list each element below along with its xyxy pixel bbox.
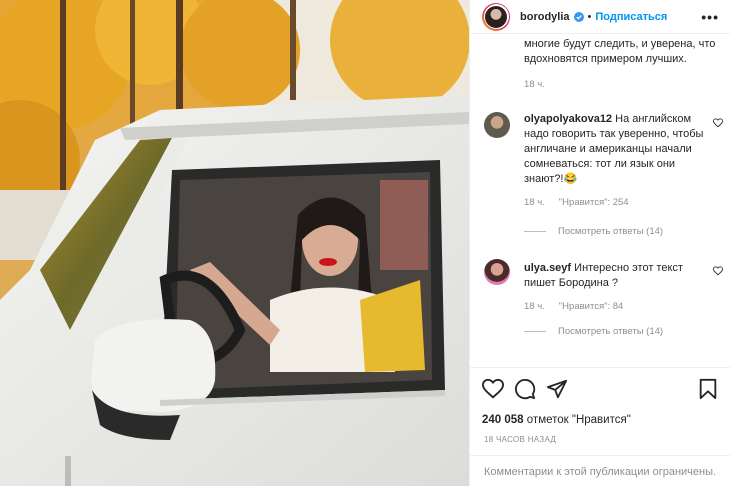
likes-label: отметок "Нравится": [526, 414, 631, 426]
author-username[interactable]: borodylia: [520, 11, 570, 23]
comment-username[interactable]: ulya.seyf: [524, 262, 571, 274]
view-replies-button[interactable]: Посмотреть ответы (14): [524, 326, 704, 337]
commenter-avatar[interactable]: [484, 112, 510, 138]
comment-icon[interactable]: [514, 378, 536, 400]
post-photo[interactable]: [0, 0, 469, 486]
comments-list[interactable]: многие будут следить, и уверена, что вдо…: [470, 35, 730, 367]
comment-item: ulya.seyf Интересно этот текст пишет Бор…: [524, 261, 704, 337]
share-icon[interactable]: [546, 378, 568, 400]
like-comment-heart-icon[interactable]: [713, 118, 723, 128]
header-separator: •: [587, 10, 592, 23]
comment-time[interactable]: 18 ч.: [524, 197, 545, 208]
comment-item: многие будут следить, и уверена, что вдо…: [524, 37, 720, 90]
comments-restricted-notice: Комментарии к этой публикации ограничены…: [470, 455, 730, 486]
follow-button[interactable]: Подписаться: [595, 11, 667, 23]
commenter-avatar[interactable]: [484, 259, 510, 285]
post-side-panel: borodylia • Подписаться ••• многие будут…: [469, 0, 730, 486]
bookmark-icon[interactable]: [697, 378, 719, 400]
comment-username[interactable]: olyapolyakova12: [524, 113, 612, 125]
likes-count[interactable]: 240 058 отметок "Нравится": [482, 414, 631, 426]
view-replies-label: Посмотреть ответы (14): [558, 226, 664, 237]
heart-icon[interactable]: [482, 378, 504, 400]
comment-likes[interactable]: "Нравится": 84: [559, 301, 624, 312]
post-header: borodylia • Подписаться •••: [470, 0, 730, 34]
verified-badge-icon: [573, 11, 584, 22]
comment-item: olyapolyakova12 На английском надо говор…: [524, 112, 704, 237]
comment-likes[interactable]: "Нравится": 254: [559, 197, 629, 208]
view-replies-button[interactable]: Посмотреть ответы (14): [524, 226, 704, 237]
post-timestamp[interactable]: 18 ЧАСОВ НАЗАД: [484, 435, 556, 444]
comment-text: многие будут следить, и уверена, что вдо…: [524, 38, 716, 65]
post-actions: 240 058 отметок "Нравится" 18 ЧАСОВ НАЗА…: [470, 367, 730, 486]
view-replies-label: Посмотреть ответы (14): [558, 326, 664, 337]
comment-time[interactable]: 18 ч.: [524, 79, 545, 90]
author-avatar[interactable]: [482, 2, 510, 31]
like-comment-heart-icon[interactable]: [713, 266, 723, 276]
more-options-icon[interactable]: •••: [701, 9, 719, 25]
comment-time[interactable]: 18 ч.: [524, 301, 545, 312]
